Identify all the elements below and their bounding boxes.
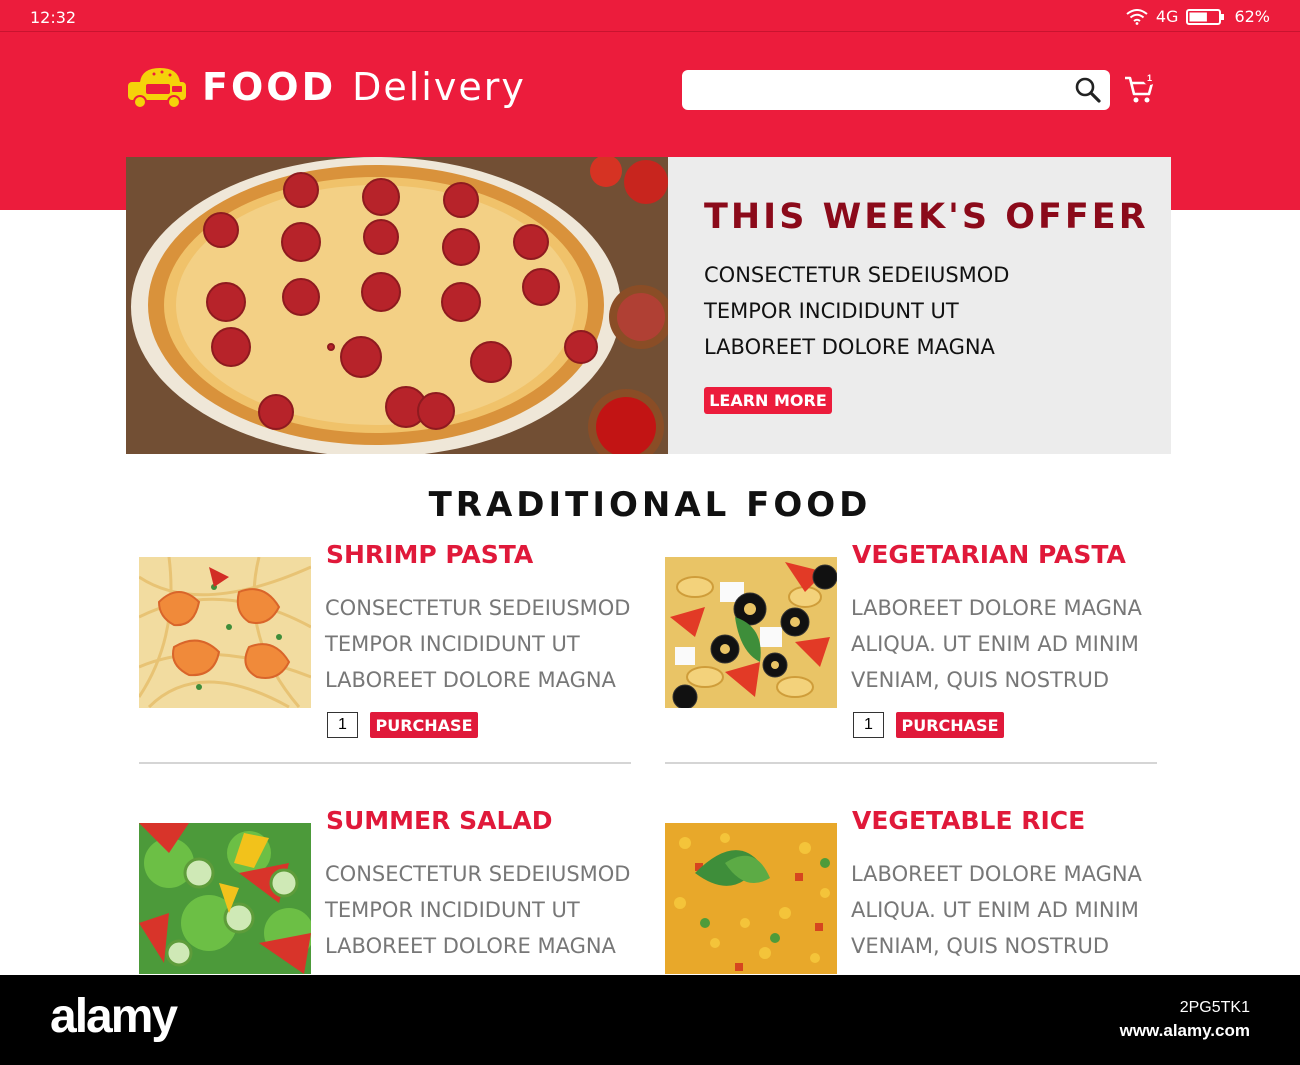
food-description-line: LABOREET DOLORE MAGNA <box>325 934 616 958</box>
watermark-logo: alamy <box>50 990 178 1043</box>
shrimp-pasta-image <box>139 557 311 708</box>
offer-panel: THIS WEEK'S OFFER CONSECTETUR SEDEIUSMOD… <box>668 157 1171 454</box>
battery-icon <box>1186 8 1226 26</box>
wifi-icon <box>1126 8 1148 25</box>
food-description-line: CONSECTETUR SEDEIUSMOD <box>325 862 631 886</box>
purchase-button[interactable]: PURCHASE <box>896 712 1004 738</box>
food-description-line: VENIAM, QUIS NOSTRUD <box>851 668 1109 692</box>
purchase-button[interactable]: PURCHASE <box>370 712 478 738</box>
offer-text-line: TEMPOR INCIDIDUNT UT <box>704 299 959 323</box>
brand-name-bold: FOOD <box>202 65 337 109</box>
cart-count-badge: 1 <box>1143 72 1156 85</box>
brand-name-light: Delivery <box>352 65 526 109</box>
food-description-line: TEMPOR INCIDIDUNT UT <box>325 632 580 656</box>
offer-text-line: LABOREET DOLORE MAGNA <box>704 335 995 359</box>
food-card-vegetarian-pasta: VEGETARIAN PASTA LABOREET DOLORE MAGNA A… <box>665 540 1157 777</box>
food-description-line: TEMPOR INCIDIDUNT UT <box>325 898 580 922</box>
battery-percent: 62% <box>1234 7 1270 26</box>
section-title: TRADITIONAL FOOD <box>428 485 872 525</box>
brand-logo[interactable]: FOOD Delivery <box>126 62 526 112</box>
watermark-url: www.alamy.com <box>1119 1021 1250 1040</box>
status-time: 12:32 <box>30 8 77 27</box>
summer-salad-image <box>139 823 311 974</box>
card-divider <box>665 762 1157 764</box>
food-truck-icon <box>126 62 192 112</box>
watermark-bar: alamy 2PG5TK1 www.alamy.com <box>0 975 1300 1065</box>
card-divider <box>139 762 631 764</box>
food-description-line: LABOREET DOLORE MAGNA <box>851 596 1142 620</box>
learn-more-button[interactable]: LEARN MORE <box>704 387 832 414</box>
offer-text-line: CONSECTETUR SEDEIUSMOD <box>704 263 1010 287</box>
food-description-line: LABOREET DOLORE MAGNA <box>851 862 1142 886</box>
status-bar: 12:32 4G 62% <box>0 0 1300 32</box>
quantity-input[interactable] <box>853 712 884 738</box>
food-description-line: LABOREET DOLORE MAGNA <box>325 668 616 692</box>
status-indicators: 4G 62% <box>1126 7 1270 26</box>
food-name: SUMMER SALAD <box>326 806 553 835</box>
search-icon[interactable] <box>1074 76 1102 104</box>
network-type: 4G <box>1155 7 1179 26</box>
food-description-line: CONSECTETUR SEDEIUSMOD <box>325 596 631 620</box>
food-description-line: ALIQUA. UT ENIM AD MINIM <box>851 632 1139 656</box>
vegetarian-pasta-image <box>665 557 837 708</box>
watermark-image-code: 2PG5TK1 <box>1179 999 1250 1016</box>
vegetable-rice-image <box>665 823 837 974</box>
search-input[interactable] <box>694 76 1064 104</box>
food-name: VEGETARIAN PASTA <box>852 540 1126 569</box>
quantity-input[interactable] <box>327 712 358 738</box>
food-description-line: ALIQUA. UT ENIM AD MINIM <box>851 898 1139 922</box>
food-name: SHRIMP PASTA <box>326 540 534 569</box>
hero-pizza-image <box>126 157 668 454</box>
food-description-line: VENIAM, QUIS NOSTRUD <box>851 934 1109 958</box>
search-bar <box>682 70 1110 110</box>
offer-title: THIS WEEK'S OFFER <box>704 197 1149 237</box>
food-name: VEGETABLE RICE <box>852 806 1086 835</box>
food-card-shrimp-pasta: SHRIMP PASTA CONSECTETUR SEDEIUSMOD TEMP… <box>139 540 631 777</box>
